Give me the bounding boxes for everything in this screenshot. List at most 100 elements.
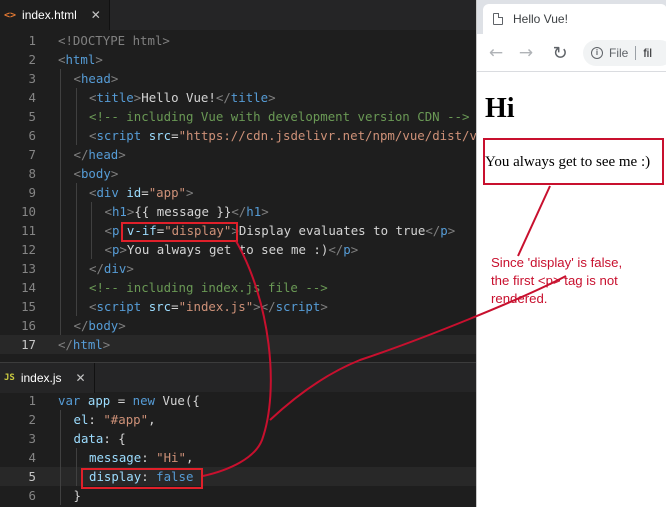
indent-guide xyxy=(60,429,61,448)
code-token: > xyxy=(119,242,127,257)
indent-guide xyxy=(91,240,92,259)
indent-guide xyxy=(60,202,61,221)
code-line[interactable]: 12 <p>You always get to see me :)</p> xyxy=(0,240,476,259)
browser-tab[interactable]: Hello Vue! xyxy=(483,4,666,34)
address-divider xyxy=(635,46,637,60)
indent-guide xyxy=(91,202,92,221)
line-number: 10 xyxy=(21,204,36,219)
line-number: 12 xyxy=(21,242,36,257)
code-line[interactable]: 1 <!DOCTYPE html> xyxy=(0,31,476,50)
close-icon[interactable]: ✕ xyxy=(76,371,86,385)
v-if-highlight xyxy=(121,222,238,242)
line-number: 2 xyxy=(28,412,36,427)
reload-icon[interactable]: ↻ xyxy=(549,42,571,64)
js-code-area[interactable]: 1 var app = new Vue({2 el: "#app", 3 data: {… xyxy=(0,391,476,505)
line-number: 5 xyxy=(28,469,36,484)
code-token: > xyxy=(126,261,134,276)
annotation-note: Since 'display' is false, the first <p> … xyxy=(491,254,663,308)
line-number: 1 xyxy=(28,393,36,408)
code-line[interactable]: 15 <script src="index.js"></script> xyxy=(0,297,476,316)
indent-guide xyxy=(60,448,61,467)
code-token: Hello Vue! xyxy=(141,90,216,105)
code-token: script xyxy=(96,128,142,143)
indent-guide xyxy=(60,278,61,297)
code-line[interactable]: 4 <title>Hello Vue!</title> xyxy=(0,88,476,107)
code-token: </ xyxy=(231,204,247,219)
line-number: 5 xyxy=(28,109,36,124)
forward-arrow-icon[interactable]: → xyxy=(515,42,537,64)
html-file-icon: <> xyxy=(4,9,17,21)
indent-guide xyxy=(60,467,61,486)
annotation-line: the first <p> tag is not xyxy=(491,273,618,288)
code-line[interactable]: 13 </div> xyxy=(0,259,476,278)
indent-guide xyxy=(75,297,77,316)
code-token: </ xyxy=(58,337,73,352)
code-token: = xyxy=(171,299,179,314)
code-line[interactable]: 7 </head> xyxy=(0,145,476,164)
code-line[interactable]: 1 var app = new Vue({ xyxy=(0,391,476,410)
code-line[interactable]: 5 <!-- including Vue with development ver… xyxy=(0,107,476,126)
indent-guide xyxy=(75,126,77,145)
code-line[interactable]: 6} xyxy=(0,486,476,505)
line-number: 13 xyxy=(21,261,36,276)
code-line[interactable]: 16 </body> xyxy=(0,316,476,335)
code-line[interactable]: 4 message: "Hi", xyxy=(0,448,476,467)
rendered-paragraph-highlight xyxy=(483,138,664,185)
line-number: 9 xyxy=(28,185,36,200)
code-token: <!-- including Vue with development vers… xyxy=(89,109,470,124)
line-number: 3 xyxy=(28,431,36,446)
code-token: : xyxy=(88,412,104,427)
code-token: > xyxy=(110,166,119,181)
tab-index-js[interactable]: JS index.js ✕ xyxy=(0,363,95,393)
line-number: 3 xyxy=(28,71,36,86)
page-heading: Hi xyxy=(485,93,515,124)
code-line[interactable]: 10 <h1>{{ message }}</h1> xyxy=(0,202,476,221)
code-line[interactable]: 14 <!-- including index.js file --> xyxy=(0,278,476,297)
code-token: body xyxy=(88,318,119,333)
line-number: 14 xyxy=(21,280,36,295)
code-token: < xyxy=(73,166,81,181)
code-token: title xyxy=(96,90,134,105)
indent-guide xyxy=(60,164,61,183)
code-line[interactable]: 11 <p v-if="display">Display evaluates to… xyxy=(0,221,476,240)
url-text[interactable]: fil xyxy=(643,46,652,60)
code-line[interactable]: 17 </html> xyxy=(0,335,476,354)
line-number: 8 xyxy=(28,166,36,181)
close-icon[interactable]: ✕ xyxy=(91,8,101,22)
back-arrow-icon[interactable]: ← xyxy=(485,42,507,64)
code-token: body xyxy=(80,166,111,181)
code-line[interactable]: 3 data: { xyxy=(0,429,476,448)
indent-guide xyxy=(60,183,61,202)
code-token: > xyxy=(118,147,126,162)
code-line[interactable]: 5 display: false xyxy=(0,467,476,486)
code-token: Vue({ xyxy=(155,393,200,408)
address-bar[interactable]: i File fil xyxy=(583,40,666,66)
code-token: : xyxy=(141,450,157,465)
code-text: <html> xyxy=(58,50,103,69)
code-token: "https://cdn.jsdelivr.net/npm/vue/dist/v… xyxy=(178,128,476,143)
code-line[interactable]: 3 <head> xyxy=(0,69,476,88)
code-text: <script src="index.js"></script> xyxy=(89,297,328,316)
code-line[interactable]: 2 <html> xyxy=(0,50,476,69)
indent-guide xyxy=(75,467,77,486)
code-line[interactable]: 2 el: "#app", xyxy=(0,410,476,429)
info-icon[interactable]: i xyxy=(591,47,603,59)
indent-guide xyxy=(75,202,77,221)
browser-window: Hello Vue! ← → ↻ i File fil Hi You alway… xyxy=(476,0,666,507)
code-token: ></ xyxy=(253,299,276,314)
code-text: </html> xyxy=(58,335,110,354)
tab-label: index.js xyxy=(20,371,62,385)
code-token: </ xyxy=(215,90,231,105)
code-text: <title>Hello Vue!</title> xyxy=(89,88,276,107)
code-line[interactable]: 9 <div id="app"> xyxy=(0,183,476,202)
code-token: > xyxy=(447,223,456,238)
tab-index-html[interactable]: <> index.html ✕ xyxy=(0,0,110,30)
code-token: script xyxy=(275,299,321,314)
code-line[interactable]: 6 <script src="https://cdn.jsdelivr.net/n… xyxy=(0,126,476,145)
code-token: < xyxy=(104,242,112,257)
code-token: = xyxy=(110,393,133,408)
code-line[interactable]: 8 <body> xyxy=(0,164,476,183)
html-code-area[interactable]: 1 <!DOCTYPE html> 2 <html> 3 <head> 4 <title>He… xyxy=(0,31,476,354)
code-token: "Hi" xyxy=(156,450,186,465)
